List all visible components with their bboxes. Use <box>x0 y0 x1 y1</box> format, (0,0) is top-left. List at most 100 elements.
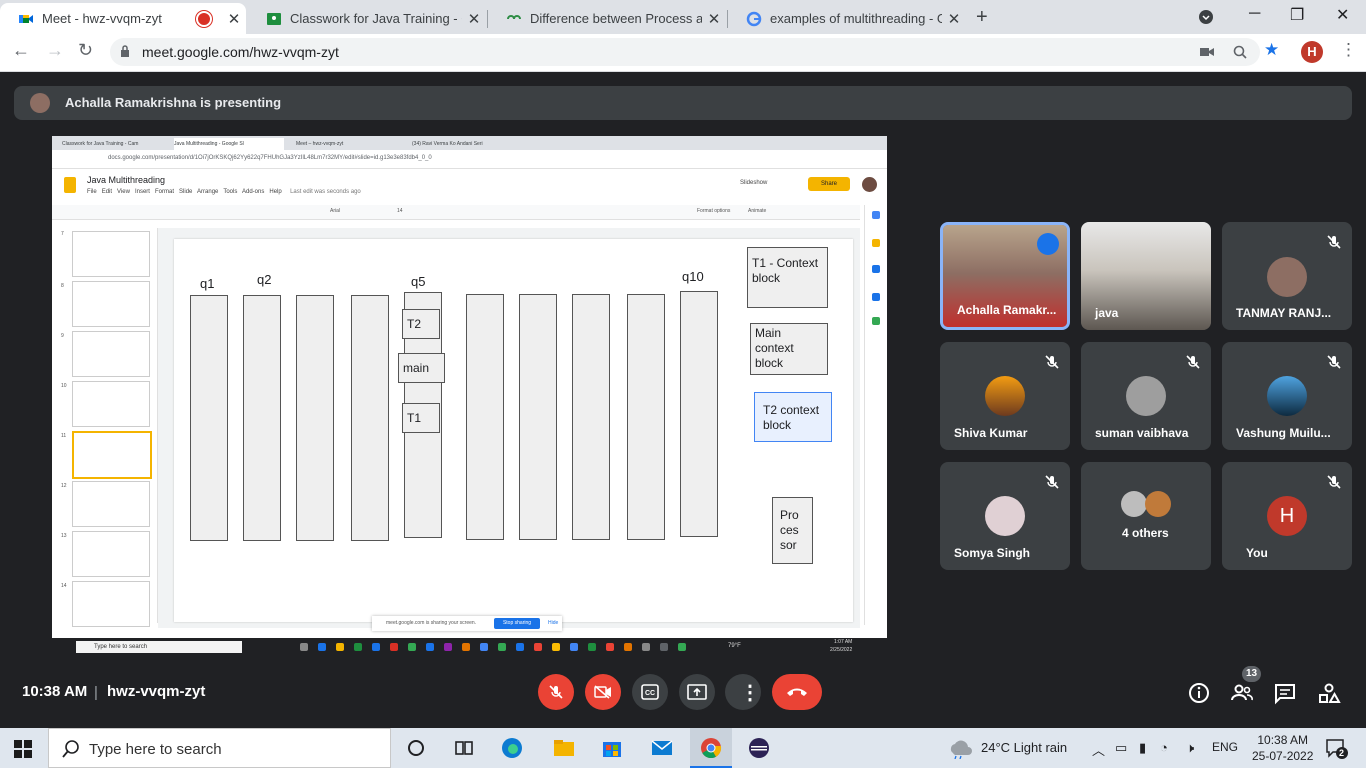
queue-column <box>572 294 610 540</box>
queue-column <box>519 294 557 540</box>
weather-text[interactable]: 24°C Light rain <box>981 740 1067 755</box>
cortana-icon[interactable] <box>404 736 428 760</box>
lock-icon[interactable] <box>120 45 130 57</box>
store-icon[interactable] <box>600 736 624 760</box>
participant-tile-shiva[interactable]: Shiva Kumar <box>940 342 1070 450</box>
mic-off-icon <box>1045 355 1059 369</box>
tab-geeksforgeeks[interactable]: Difference between Process and ✕ <box>488 3 726 34</box>
font-size: 14 <box>397 208 403 214</box>
minimize-icon[interactable]: ─ <box>1249 5 1260 23</box>
tray-network-icon[interactable]: ▭ <box>1115 740 1127 756</box>
language-indicator[interactable]: ENG <box>1212 740 1238 754</box>
new-tab-icon[interactable]: + <box>976 6 988 29</box>
tab-classroom[interactable]: Classwork for Java Training - Cam ✕ <box>248 3 486 34</box>
chat-icon[interactable] <box>1273 681 1297 705</box>
camera-toggle-button[interactable] <box>585 674 621 710</box>
close-window-icon[interactable]: ✕ <box>1336 5 1349 25</box>
captions-button[interactable]: CC <box>632 674 668 710</box>
more-options-button[interactable]: ⋮ <box>725 674 761 710</box>
shared-taskbar-icon <box>534 643 542 651</box>
shared-taskbar-icon <box>516 643 524 651</box>
restore-icon[interactable]: ❐ <box>1290 5 1304 25</box>
separator: | <box>94 684 98 701</box>
queue-column <box>680 291 718 537</box>
queue-column <box>351 295 389 541</box>
presenter-banner: Achalla Ramakrishna is presenting <box>14 86 1352 120</box>
camera-off-icon <box>594 685 611 699</box>
tab-meet[interactable]: Meet - hwz-vvqm-zyt ✕ <box>0 3 246 34</box>
shared-tab: (34) Ravi Verma Ko Andani Seri <box>412 141 483 147</box>
close-tab-icon[interactable]: ✕ <box>942 10 966 28</box>
zoom-icon[interactable] <box>1233 45 1247 59</box>
shared-taskbar-icon <box>570 643 578 651</box>
weather-icon[interactable] <box>947 737 973 759</box>
close-tab-icon[interactable]: ✕ <box>702 10 726 28</box>
back-icon[interactable]: ← <box>12 40 30 61</box>
close-tab-icon[interactable]: ✕ <box>222 10 246 28</box>
participant-tile-java[interactable]: java <box>1081 222 1211 330</box>
windows-taskbar: Type here to search 24°C Light rain ︿ ▭ … <box>0 728 1366 768</box>
slideshow-button: Slideshow <box>740 180 768 186</box>
slide-thumbnail <box>72 381 150 427</box>
menu-insert: Insert <box>134 189 150 195</box>
slide-thumbnail <box>72 331 150 377</box>
close-tab-icon[interactable]: ✕ <box>462 10 486 28</box>
windows-start-icon[interactable] <box>14 740 32 758</box>
camera-icon[interactable] <box>1200 46 1214 58</box>
maps-icon <box>872 317 880 325</box>
participant-tile-vashung[interactable]: Vashung Muilu... <box>1222 342 1352 450</box>
menu-slide: Slide <box>179 189 193 195</box>
reload-icon[interactable]: ↻ <box>78 40 93 61</box>
tray-battery-icon[interactable]: ▮ <box>1139 740 1146 756</box>
present-now-button[interactable] <box>679 674 715 710</box>
activities-icon[interactable] <box>1317 681 1341 705</box>
t1-context-block: T1 - Context block <box>747 247 828 308</box>
queue-label: q5 <box>411 274 426 289</box>
tab-search-icon[interactable] <box>1199 10 1213 24</box>
mic-toggle-button[interactable] <box>538 674 574 710</box>
stack-item-t2: T2 <box>402 309 440 339</box>
tray-chevron-icon[interactable]: ︿ <box>1092 740 1105 759</box>
tray-wifi-icon[interactable]: ◔ <box>1160 740 1168 755</box>
taskbar-clock[interactable]: 10:38 AM 25-07-2022 <box>1252 732 1313 764</box>
bookmark-star-icon[interactable]: ★ <box>1264 40 1279 60</box>
share-notice-text: meet.google.com is sharing your screen. <box>386 620 477 626</box>
taskbar-search-box[interactable]: Type here to search <box>48 728 391 768</box>
file-explorer-icon[interactable] <box>552 736 576 760</box>
address-bar[interactable]: meet.google.com/hwz-vvqm-zyt <box>110 38 1260 66</box>
mail-icon[interactable] <box>650 736 674 760</box>
tray-volume-icon[interactable]: 🕨 <box>1186 740 1194 756</box>
share-button: Share <box>808 177 850 191</box>
edge-icon[interactable] <box>500 736 524 760</box>
tab-google-search[interactable]: examples of multithreading - Go ✕ <box>728 3 966 34</box>
shared-taskbar-icon <box>336 643 344 651</box>
profile-avatar[interactable]: H <box>1301 41 1323 63</box>
participant-tile-somya[interactable]: Somya Singh <box>940 462 1070 570</box>
shared-taskbar-icon <box>372 643 380 651</box>
meeting-time: 10:38 AM <box>22 683 88 700</box>
participant-tile-tanmay[interactable]: TANMAY RANJ... <box>1222 222 1352 330</box>
eclipse-icon[interactable] <box>747 736 771 760</box>
contacts-icon <box>872 293 880 301</box>
avatar <box>985 496 1025 536</box>
task-view-icon[interactable] <box>452 736 476 760</box>
shared-url: docs.google.com/presentation/d/1Oi7jOrKS… <box>108 155 432 161</box>
participant-tile-suman[interactable]: suman vaibhava <box>1081 342 1211 450</box>
avatar <box>1145 491 1171 517</box>
chrome-icon[interactable] <box>699 736 723 760</box>
people-icon[interactable] <box>1230 681 1254 705</box>
queue-column <box>190 295 228 541</box>
screen-share-notice: meet.google.com is sharing your screen. … <box>372 616 562 631</box>
shared-time: 1:07 AM <box>834 639 853 645</box>
participant-tile-you[interactable]: H You <box>1222 462 1352 570</box>
leave-call-button[interactable] <box>772 674 822 710</box>
forward-icon[interactable]: → <box>46 40 64 61</box>
shared-taskbar-icon <box>660 643 668 651</box>
info-icon[interactable] <box>1187 681 1211 705</box>
participant-tile-others[interactable]: 4 others <box>1081 462 1211 570</box>
notification-center-icon[interactable] <box>1326 739 1348 759</box>
participant-name: Somya Singh <box>954 546 1031 560</box>
svg-text:CC: CC <box>645 690 655 697</box>
participant-tile-presenter[interactable]: Achalla Ramakr... <box>940 222 1070 330</box>
more-menu-icon[interactable]: ⋮ <box>1340 40 1357 60</box>
